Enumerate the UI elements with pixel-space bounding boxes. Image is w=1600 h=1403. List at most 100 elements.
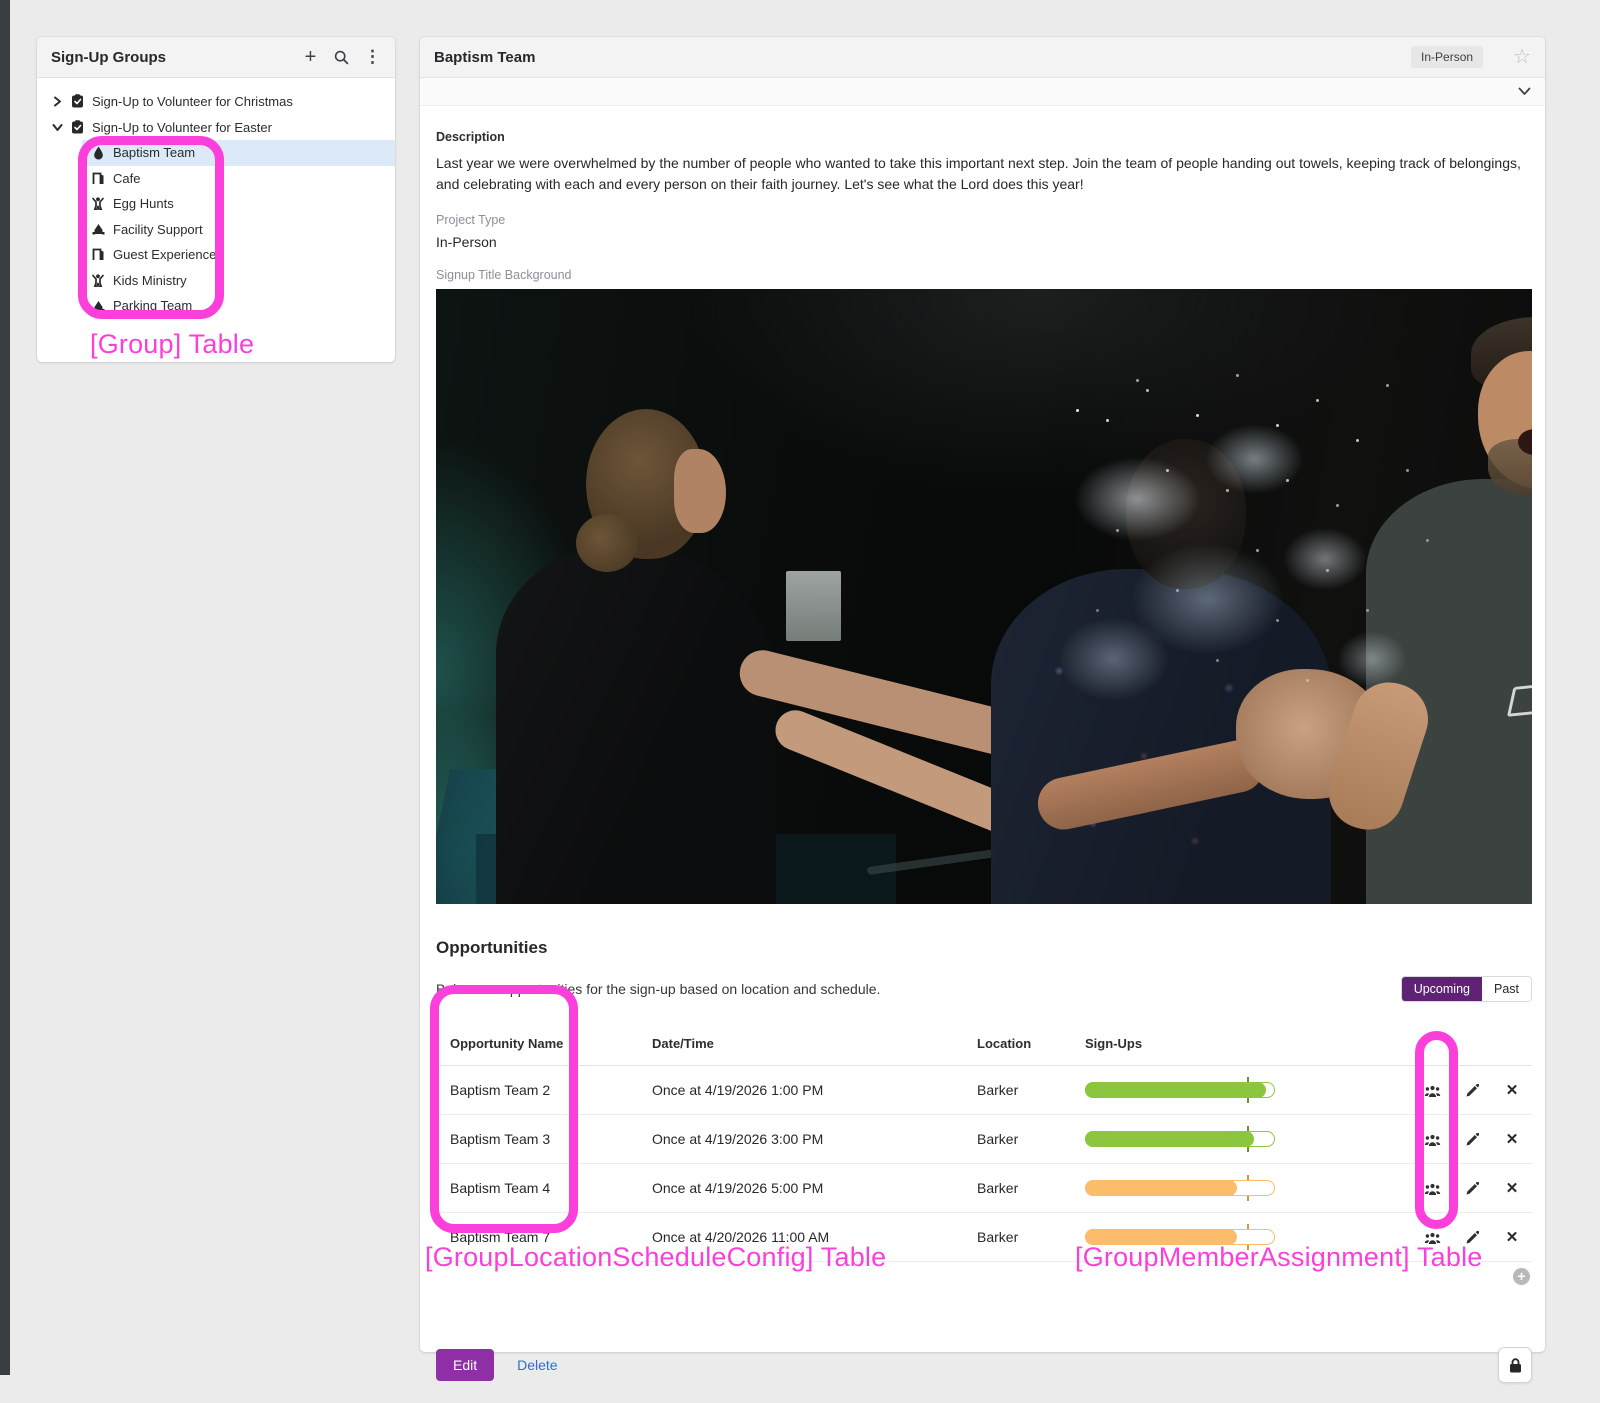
description-text: Last year we were overwhelmed by the num… [436, 153, 1530, 195]
collapse-bar [420, 78, 1545, 106]
add-group-icon[interactable]: + [302, 49, 319, 66]
tree-item-label: Parking Team [113, 298, 192, 313]
opportunity-location: Barker [977, 1115, 1085, 1164]
opportunity-name: Baptism Team 7 [436, 1213, 652, 1262]
opportunity-name: Baptism Team 2 [436, 1066, 652, 1115]
tree-item-label: Kids Ministry [113, 273, 187, 288]
tree-item-label: Cafe [113, 171, 140, 186]
opportunities-subtext: Below are opportunities for the sign-up … [436, 981, 880, 997]
members-icon[interactable] [1424, 1183, 1441, 1196]
tree-item-baptism-team[interactable]: Baptism Team [37, 140, 395, 166]
signups-progress-bar [1085, 1082, 1275, 1098]
members-icon[interactable] [1424, 1085, 1441, 1098]
signups-progress-cell [1085, 1115, 1412, 1164]
main-header: Baptism Team In-Person ☆ [420, 37, 1545, 78]
droplet-icon [91, 146, 105, 160]
tree-item-kids-ministry[interactable]: Kids Ministry [37, 268, 395, 294]
collapse-chevron-icon[interactable] [1518, 87, 1531, 96]
edit-pencil-icon[interactable] [1465, 1182, 1479, 1196]
signup-background-label: Signup Title Background [436, 268, 1532, 282]
door-icon [91, 248, 105, 262]
delete-x-icon[interactable]: ✕ [1506, 1131, 1519, 1148]
person-arms-up-icon [91, 197, 105, 211]
edit-pencil-icon[interactable] [1465, 1231, 1479, 1245]
tree-item-label: Sign-Up to Volunteer for Easter [92, 120, 272, 135]
opportunities-table: Opportunity Name Date/Time Location Sign… [436, 1024, 1532, 1262]
tree-item-egg-hunts[interactable]: Egg Hunts [37, 191, 395, 217]
person-arms-up-icon [91, 273, 105, 287]
in-person-badge: In-Person [1411, 46, 1483, 68]
church-icon [91, 299, 105, 313]
signups-progress-cell [1085, 1164, 1412, 1213]
tree-item-cafe[interactable]: Cafe [37, 166, 395, 192]
signups-progress-bar [1085, 1131, 1275, 1147]
door-icon [91, 171, 105, 185]
search-icon[interactable] [333, 49, 350, 66]
opportunity-datetime: Once at 4/19/2026 1:00 PM [652, 1066, 977, 1115]
signups-progress-cell [1085, 1213, 1412, 1262]
col-date-time: Date/Time [652, 1024, 977, 1066]
signups-progress-cell [1085, 1066, 1412, 1115]
delete-x-icon[interactable]: ✕ [1506, 1180, 1519, 1197]
chevron-down-icon[interactable] [50, 120, 64, 134]
lock-button[interactable] [1498, 1347, 1532, 1383]
signups-progress-bar [1085, 1180, 1275, 1196]
col-sign-ups: Sign-Ups [1085, 1024, 1412, 1066]
toggle-past[interactable]: Past [1482, 977, 1531, 1001]
kebab-menu-icon[interactable]: ⋮ [364, 49, 381, 66]
edit-button[interactable]: Edit [436, 1349, 494, 1381]
tree-item-parking-team[interactable]: Parking Team [37, 293, 395, 319]
progress-fill [1085, 1229, 1237, 1245]
project-type-label: Project Type [436, 213, 1532, 227]
opportunity-name: Baptism Team 3 [436, 1115, 652, 1164]
church-icon [91, 222, 105, 236]
table-row: Baptism Team 3 Once at 4/19/2026 3:00 PM… [436, 1115, 1532, 1164]
opportunity-datetime: Once at 4/20/2026 11:00 AM [652, 1213, 977, 1262]
tree-item-label: Egg Hunts [113, 196, 174, 211]
baptism-photo [436, 289, 1532, 904]
delete-link[interactable]: Delete [517, 1357, 557, 1373]
signup-groups-panel: Sign-Up Groups + ⋮ Sign-Up to Volunteer … [37, 37, 395, 362]
edit-pencil-icon[interactable] [1465, 1084, 1479, 1098]
opportunity-location: Barker [977, 1213, 1085, 1262]
opportunity-datetime: Once at 4/19/2026 5:00 PM [652, 1164, 977, 1213]
signup-groups-title: Sign-Up Groups [51, 49, 166, 66]
page-title: Baptism Team [434, 49, 535, 66]
opportunity-location: Barker [977, 1164, 1085, 1213]
tree-item-label: Sign-Up to Volunteer for Christmas [92, 94, 293, 109]
edit-pencil-icon[interactable] [1465, 1133, 1479, 1147]
table-row: Baptism Team 2 Once at 4/19/2026 1:00 PM… [436, 1066, 1532, 1115]
delete-x-icon[interactable]: ✕ [1506, 1229, 1519, 1246]
tree-item-label: Facility Support [113, 222, 203, 237]
delete-x-icon[interactable]: ✕ [1506, 1082, 1519, 1099]
clipboard-icon [70, 120, 84, 134]
col-location: Location [977, 1024, 1085, 1066]
star-icon[interactable]: ☆ [1513, 47, 1531, 67]
project-type-value: In-Person [436, 234, 1532, 250]
tree-item-label: Baptism Team [113, 145, 195, 160]
table-row: Baptism Team 7 Once at 4/20/2026 11:00 A… [436, 1213, 1532, 1262]
members-icon[interactable] [1424, 1232, 1441, 1245]
chevron-right-icon[interactable] [50, 94, 64, 108]
clipboard-icon [70, 94, 84, 108]
progress-fill [1085, 1131, 1254, 1147]
lock-icon [1509, 1358, 1522, 1373]
upcoming-past-toggle: Upcoming Past [1401, 976, 1532, 1002]
tree-item-christmas[interactable]: Sign-Up to Volunteer for Christmas [37, 88, 395, 114]
group-tree: Sign-Up to Volunteer for Christmas Sign-… [37, 78, 395, 319]
toggle-upcoming[interactable]: Upcoming [1402, 977, 1482, 1001]
tree-item-easter[interactable]: Sign-Up to Volunteer for Easter [37, 114, 395, 140]
tree-item-facility-support[interactable]: Facility Support [37, 217, 395, 243]
baptism-team-panel: Baptism Team In-Person ☆ Description Las… [420, 37, 1545, 1352]
description-label: Description [436, 130, 1532, 144]
members-icon[interactable] [1424, 1134, 1441, 1147]
tree-item-guest-experience[interactable]: Guest Experience [37, 242, 395, 268]
add-opportunity-icon[interactable]: + [1513, 1268, 1530, 1285]
opportunities-heading: Opportunities [436, 938, 1532, 958]
progress-fill [1085, 1082, 1266, 1098]
left-nav-rail [0, 0, 10, 1375]
tree-item-label: Guest Experience [113, 247, 216, 262]
signups-progress-bar [1085, 1229, 1275, 1245]
progress-fill [1085, 1180, 1237, 1196]
group-table-annotation-label: [Group] Table [90, 329, 254, 360]
